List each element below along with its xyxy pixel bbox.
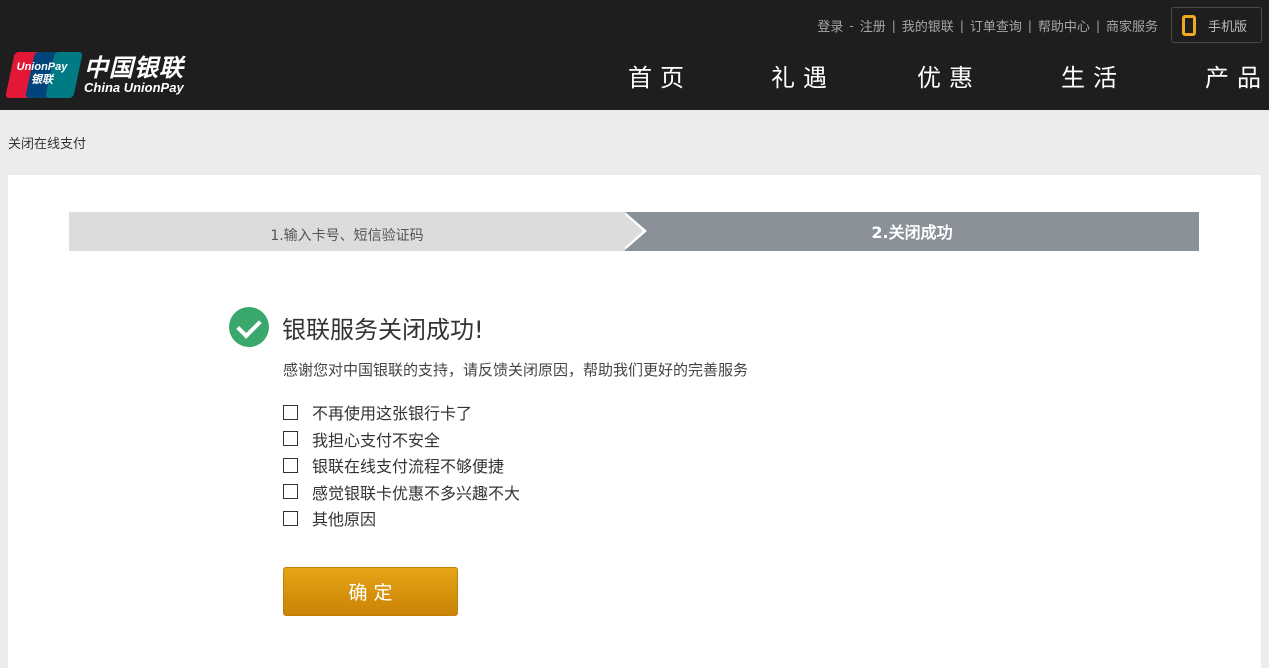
step-2-label: 2.关闭成功 [871,222,953,242]
mobile-version-button[interactable]: 手机版 [1171,7,1262,43]
reason-label: 我担心支付不安全 [312,430,441,450]
separator: | [1095,18,1100,33]
main-nav: 首页 礼遇 优惠 生活 产品 [0,58,1269,92]
mobile-version-label: 手机版 [1208,19,1248,35]
help-center-link[interactable]: 帮助中心 [1038,16,1090,35]
reason-checkbox[interactable] [283,484,298,500]
success-heading: 银联服务关闭成功! [229,307,484,347]
separator: - [849,18,854,33]
reason-list: 不再使用这张银行卡了 我担心支付不安全 银联在线支付流程不够便捷 感觉银联卡优惠… [283,399,520,532]
success-title: 银联服务关闭成功! [282,315,484,344]
breadcrumb: 关闭在线支付 [8,137,87,152]
merchant-services-link[interactable]: 商家服务 [1106,16,1158,35]
top-links: 登录 - 注册 | 我的银联 | 订单查询 | 帮助中心 | 商家服务 [817,16,1158,36]
nav-life[interactable]: 生活 [1061,58,1125,93]
order-query-link[interactable]: 订单查询 [970,16,1022,35]
site-header: 登录 - 注册 | 我的银联 | 订单查询 | 帮助中心 | 商家服务 手机版 … [0,0,1269,110]
step-2-active: 2.关闭成功 [625,212,1199,251]
my-unionpay-link[interactable]: 我的银联 [902,16,954,35]
reason-label: 其他原因 [312,510,377,530]
register-link[interactable]: 注册 [860,16,886,35]
confirm-button[interactable]: 确定 [283,567,458,616]
progress-steps: 1.输入卡号、短信验证码 2.关闭成功 [69,212,1199,251]
feedback-prompt: 感谢您对中国银联的支持，请反馈关闭原因，帮助我们更好的完善服务 [283,361,749,379]
main-panel: 1.输入卡号、短信验证码 2.关闭成功 银联服务关闭成功! 感谢您对中国银联的支… [8,175,1261,668]
reason-label: 感觉银联卡优惠不多兴趣不大 [312,483,521,503]
reason-checkbox[interactable] [283,457,298,473]
reason-label: 银联在线支付流程不够便捷 [312,457,505,477]
nav-products[interactable]: 产品 [1205,58,1269,93]
nav-home[interactable]: 首页 [628,58,692,93]
separator: | [1027,18,1032,33]
reason-item[interactable]: 银联在线支付流程不够便捷 [283,452,520,479]
nav-discounts[interactable]: 优惠 [917,58,981,93]
phone-icon [1182,14,1196,36]
reason-label: 不再使用这张银行卡了 [312,404,473,424]
reason-item[interactable]: 不再使用这张银行卡了 [283,399,520,426]
separator: | [959,18,964,33]
reason-item[interactable]: 其他原因 [283,505,520,532]
reason-item[interactable]: 我担心支付不安全 [283,426,520,453]
check-circle-icon [229,307,269,347]
step-1-label: 1.输入卡号、短信验证码 [270,227,424,244]
reason-checkbox[interactable] [283,510,298,526]
reason-checkbox[interactable] [283,431,298,447]
step-1: 1.输入卡号、短信验证码 [69,212,625,251]
nav-offers[interactable]: 礼遇 [771,58,835,93]
reason-item[interactable]: 感觉银联卡优惠不多兴趣不大 [283,479,520,506]
step-arrow [622,212,643,250]
login-link[interactable]: 登录 [817,16,843,35]
separator: | [891,18,896,33]
reason-checkbox[interactable] [283,404,298,420]
